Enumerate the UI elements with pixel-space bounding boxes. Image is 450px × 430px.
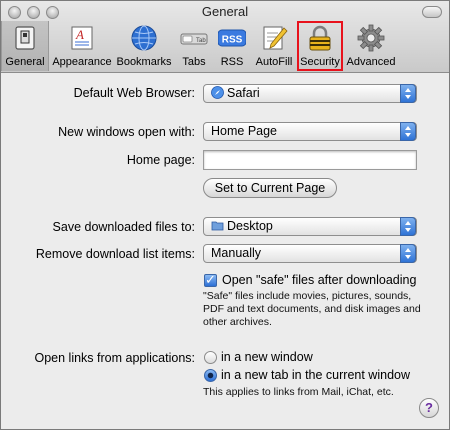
radio-new-tab-label: in a new tab in the current window [221, 368, 410, 382]
remove-download-value: Manually [211, 246, 262, 260]
tab-general-label: General [5, 56, 45, 68]
tab-autofill-label: AutoFill [255, 56, 293, 68]
open-links-label: Open links from applications: [34, 351, 196, 365]
open-links-note: This applies to links from Mail, iChat, … [203, 386, 394, 398]
tab-autofill[interactable]: AutoFill [252, 21, 296, 71]
appearance-glyph: A [75, 27, 84, 42]
tab-bookmarks[interactable]: Bookmarks [114, 21, 174, 71]
home-page-label: Home page: [126, 153, 195, 167]
desktop-folder-icon [211, 221, 224, 231]
tab-rss-label: RSS [220, 56, 244, 68]
help-button[interactable]: ? [419, 398, 439, 418]
tab-security-label: Security [300, 56, 340, 68]
tab-appearance-label: Appearance [52, 56, 112, 68]
safari-compass-icon [211, 86, 224, 99]
tab-security[interactable]: Security [297, 21, 343, 71]
popup-arrows-icon [400, 244, 416, 263]
rss-icon: RSS [218, 29, 246, 47]
security-padlock-icon [309, 25, 331, 51]
tab-advanced-label: Advanced [346, 56, 396, 68]
autofill-pencil-icon [263, 26, 288, 50]
tab-tabs-label: Tabs [182, 56, 206, 68]
tabs-icon: Tab [180, 33, 208, 45]
tab-appearance[interactable]: A Appearance [51, 21, 113, 71]
title-toolbar-area: General General A Appearance Bookmarks T… [1, 1, 449, 73]
save-downloads-popup[interactable]: Desktop [203, 217, 417, 236]
radio-new-tab[interactable] [204, 369, 217, 382]
save-downloads-value: Desktop [227, 219, 273, 233]
save-downloads-label: Save downloaded files to: [52, 220, 195, 234]
rss-badge-text: RSS [222, 35, 243, 46]
radio-new-window[interactable] [204, 351, 217, 364]
tab-bookmarks-label: Bookmarks [116, 56, 172, 68]
tab-advanced[interactable]: Advanced [345, 21, 397, 71]
default-browser-value: Safari [227, 86, 260, 100]
bookmarks-globe-icon [131, 25, 157, 51]
popup-arrows-icon [400, 84, 416, 103]
tabs-badge: Tab [196, 38, 206, 44]
remove-download-label: Remove download list items: [35, 247, 195, 261]
preferences-toolbar: General A Appearance Bookmarks Tab Tabs … [1, 21, 449, 71]
popup-arrows-icon [400, 217, 416, 236]
preferences-window: General General A Appearance Bookmarks T… [0, 0, 450, 430]
popup-arrows-icon [400, 122, 416, 141]
radio-new-window-label: in a new window [221, 350, 313, 364]
tab-tabs[interactable]: Tab Tabs [176, 21, 212, 71]
tab-general[interactable]: General [1, 21, 49, 71]
open-safe-files-checkbox[interactable] [204, 272, 217, 288]
general-switch-icon [15, 26, 35, 50]
window-title: General [201, 4, 249, 19]
open-safe-files-label: Open "safe" files after downloading [222, 273, 417, 287]
appearance-font-icon: A [71, 26, 93, 50]
tab-rss[interactable]: RSS RSS [214, 21, 250, 71]
set-to-current-page-button[interactable]: Set to Current Page [203, 178, 337, 198]
default-browser-popup[interactable]: Safari [203, 84, 417, 103]
toolbar-toggle-button[interactable] [422, 6, 442, 18]
new-windows-value: Home Page [211, 124, 278, 138]
advanced-gear-icon [357, 24, 385, 52]
new-windows-label: New windows open with: [58, 125, 195, 139]
home-page-field[interactable] [203, 150, 417, 170]
new-windows-popup[interactable]: Home Page [203, 122, 417, 141]
safe-files-description: "Safe" files include movies, pictures, s… [203, 290, 421, 328]
remove-download-popup[interactable]: Manually [203, 244, 417, 263]
default-browser-label: Default Web Browser: [73, 86, 195, 100]
